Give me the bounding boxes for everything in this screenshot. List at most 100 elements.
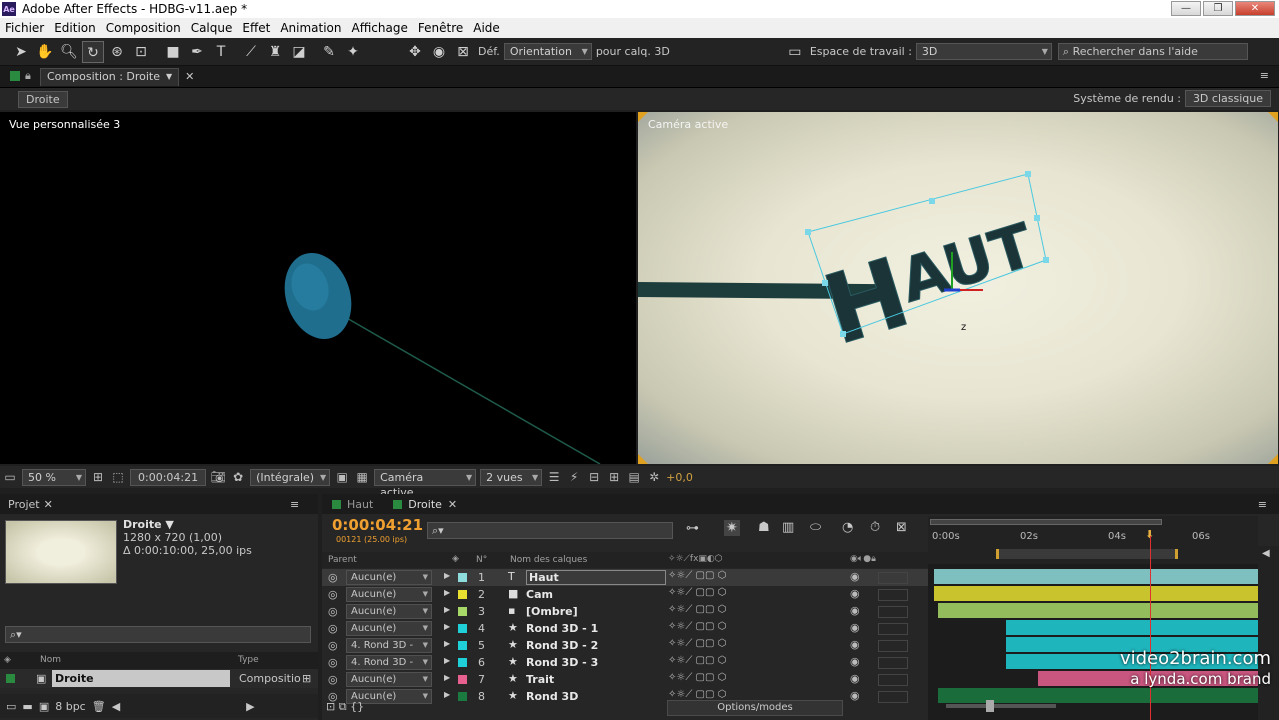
visibility-eye-icon[interactable]: ◉ [850,587,860,600]
show-snapshot-icon[interactable]: ▤ [626,469,642,485]
help-search-input[interactable]: ⌕ Rechercher dans l'aide [1057,43,1248,60]
toggle-switches-icon[interactable]: ⊡ [326,700,335,713]
menu-fichier[interactable]: Fichier [0,21,49,35]
layer-name[interactable]: Rond 3D - 1 [526,622,598,635]
graph-editor-icon[interactable]: ◔ [842,520,853,535]
tab-haut[interactable]: Haut [347,498,373,511]
project-row-name[interactable]: Droite [52,670,230,687]
maximize-button[interactable]: ❐ [1203,1,1233,16]
custom-view-viewer[interactable]: Vue personnalisée 3 [0,112,636,464]
reset-exposure-icon[interactable]: ✲ [646,469,662,485]
close-project-tab-icon[interactable]: ✕ [44,498,53,511]
solo-lock-boxes[interactable] [878,657,908,669]
exposure-value[interactable]: +0,0 [666,471,693,484]
comp-flowchart-icon[interactable]: ⊞ [606,469,622,485]
resolution-dropdown[interactable]: (Intégrale) [250,468,331,486]
menu-animation[interactable]: Animation [275,21,346,35]
project-col-name[interactable]: Nom [40,655,61,665]
minimize-button[interactable]: — [1171,1,1201,16]
current-time-display[interactable]: 0:00:04:21 [130,468,207,486]
layer-switches-icon[interactable]: ✧☼⟋ ▢▢ ⬡ [668,570,726,581]
layer-switches-icon[interactable]: ✧☼⟋ ▢▢ ⬡ [668,621,726,632]
layer-switches-icon[interactable]: ✧☼⟋ ▢▢ ⬡ [668,672,726,683]
frame-blending-icon[interactable]: ▥ [782,520,794,535]
hide-shy-layers-icon[interactable]: ☗ [758,520,770,535]
layer-name[interactable]: [Ombre] [526,605,578,618]
timeline-search-input[interactable]: ⌕▾ [427,522,673,539]
project-comp-name[interactable]: Droite ▼ [123,518,252,531]
visibility-eye-icon[interactable]: ◉ [850,621,860,634]
interpret-footage-icon[interactable]: ▭ [6,700,16,713]
menu-aide[interactable]: Aide [468,21,505,35]
layer-label-color[interactable] [458,590,467,599]
parent-dropdown[interactable]: Aucun(e) [346,621,432,636]
time-ruler[interactable]: 0:00s 02s 04s 06s ⬇ [928,516,1258,564]
solo-lock-boxes[interactable] [878,623,908,635]
layer-label-color[interactable] [458,641,467,650]
parent-pickwhip-icon[interactable]: ◎ [328,588,338,601]
solo-lock-boxes[interactable] [878,674,908,686]
renderer-dropdown[interactable]: 3D classique [1184,90,1271,107]
layer-label-color[interactable] [458,624,467,633]
label-column-icon[interactable]: ◈ [4,655,11,665]
visibility-eye-icon[interactable]: ◉ [850,672,860,685]
always-preview-icon[interactable]: ▭ [2,469,18,485]
playhead-line[interactable] [1150,536,1151,720]
workspace-dropdown[interactable]: 3D [915,43,1052,60]
expand-layer-icon[interactable]: ▶ [444,605,450,614]
active-camera-viewer[interactable]: Caméra active H AUT z [638,112,1278,464]
auto-keyframe-icon[interactable]: ⏱ [870,520,880,535]
layer-switches-icon[interactable]: ✧☼⟋ ▢▢ ⬡ [668,655,726,666]
comp-mini-flowchart-icon[interactable]: ⊶ [686,521,699,536]
project-panel-menu-icon[interactable]: ≡ [290,498,299,511]
transparency-grid-icon[interactable]: ▦ [354,469,370,485]
visibility-eye-icon[interactable]: ◉ [850,604,860,617]
solo-lock-boxes[interactable] [878,589,908,601]
layer-row[interactable]: ◎ Aucun(e) ▶ 3 ▪ [Ombre] ✧☼⟋ ▢▢ ⬡ ◉ [322,603,928,620]
draft-3d-icon[interactable]: ✷ [724,520,740,536]
scroll-left-icon[interactable]: ◀ [112,700,120,713]
parent-pickwhip-icon[interactable]: ◎ [328,605,338,618]
hand-tool-icon[interactable]: ✋ [34,41,56,63]
camera-orbit-tool-icon[interactable]: ⊛ [106,41,128,63]
timeline-vertical-scrollbar[interactable]: ◀ [1258,546,1279,720]
camera-view-dropdown[interactable]: Caméra active [374,468,477,499]
zoom-tool-icon[interactable]: 🔍︎ [58,41,80,63]
expand-layer-icon[interactable]: ▶ [444,639,450,648]
selection-tool-icon[interactable]: ➤ [10,41,32,63]
new-composition-icon[interactable]: ▣ [39,700,49,713]
solo-lock-boxes[interactable] [878,640,908,652]
menu-edition[interactable]: Edition [49,21,101,35]
layer-row[interactable]: ◎ 4. Rond 3D - ▶ 6 ★ Rond 3D - 3 ✧☼⟋ ▢▢ ⬡ ◉ [322,654,928,671]
mask-visibility-icon[interactable]: ⬚ [110,469,126,485]
new-folder-icon[interactable]: ▬ [22,700,32,713]
layer-name[interactable]: Rond 3D [526,690,578,703]
flowchart-icon[interactable]: ⊞ [302,672,311,685]
layer-name[interactable]: Rond 3D - 2 [526,639,598,652]
layer-label-color[interactable] [458,573,467,582]
layer-row[interactable]: ◎ 4. Rond 3D - ▶ 5 ★ Rond 3D - 2 ✧☼⟋ ▢▢ ⬡ ◉ [322,637,928,654]
timeline-panel-menu-icon[interactable]: ≡ [1258,498,1267,511]
layer-switches-icon[interactable]: ✧☼⟋ ▢▢ ⬡ [668,604,726,615]
layer-label-color[interactable] [458,658,467,667]
parent-dropdown[interactable]: Aucun(e) [346,672,432,687]
tab-droite[interactable]: Droite [408,498,442,511]
expand-layer-icon[interactable]: ▶ [444,656,450,665]
menu-calque[interactable]: Calque [186,21,238,35]
snapshot-icon[interactable]: 📷︎ [210,469,226,485]
solo-lock-boxes[interactable] [878,572,908,584]
view-layout-dropdown[interactable]: 2 vues [480,468,543,486]
layer-label-color[interactable] [458,607,467,616]
scroll-right-icon[interactable]: ▶ [246,700,254,713]
pen-tool-icon[interactable]: ✒ [186,41,208,63]
motion-blur-icon[interactable]: ⬭ [810,520,821,535]
expand-layer-icon[interactable]: ▶ [444,622,450,631]
layer-switches-icon[interactable]: ✧☼⟋ ▢▢ ⬡ [668,638,726,649]
expand-layer-icon[interactable]: ▶ [444,571,450,580]
layer-row[interactable]: ◎ Aucun(e) ▶ 4 ★ Rond 3D - 1 ✧☼⟋ ▢▢ ⬡ ◉ [322,620,928,637]
toggle-modes-icon[interactable]: ⧉ [339,700,347,713]
type-tool-icon[interactable]: T [210,41,232,63]
layer-duration-bar[interactable] [934,586,1258,601]
work-area-navigator[interactable] [930,519,1162,525]
layer-duration-bar[interactable] [1006,620,1258,635]
